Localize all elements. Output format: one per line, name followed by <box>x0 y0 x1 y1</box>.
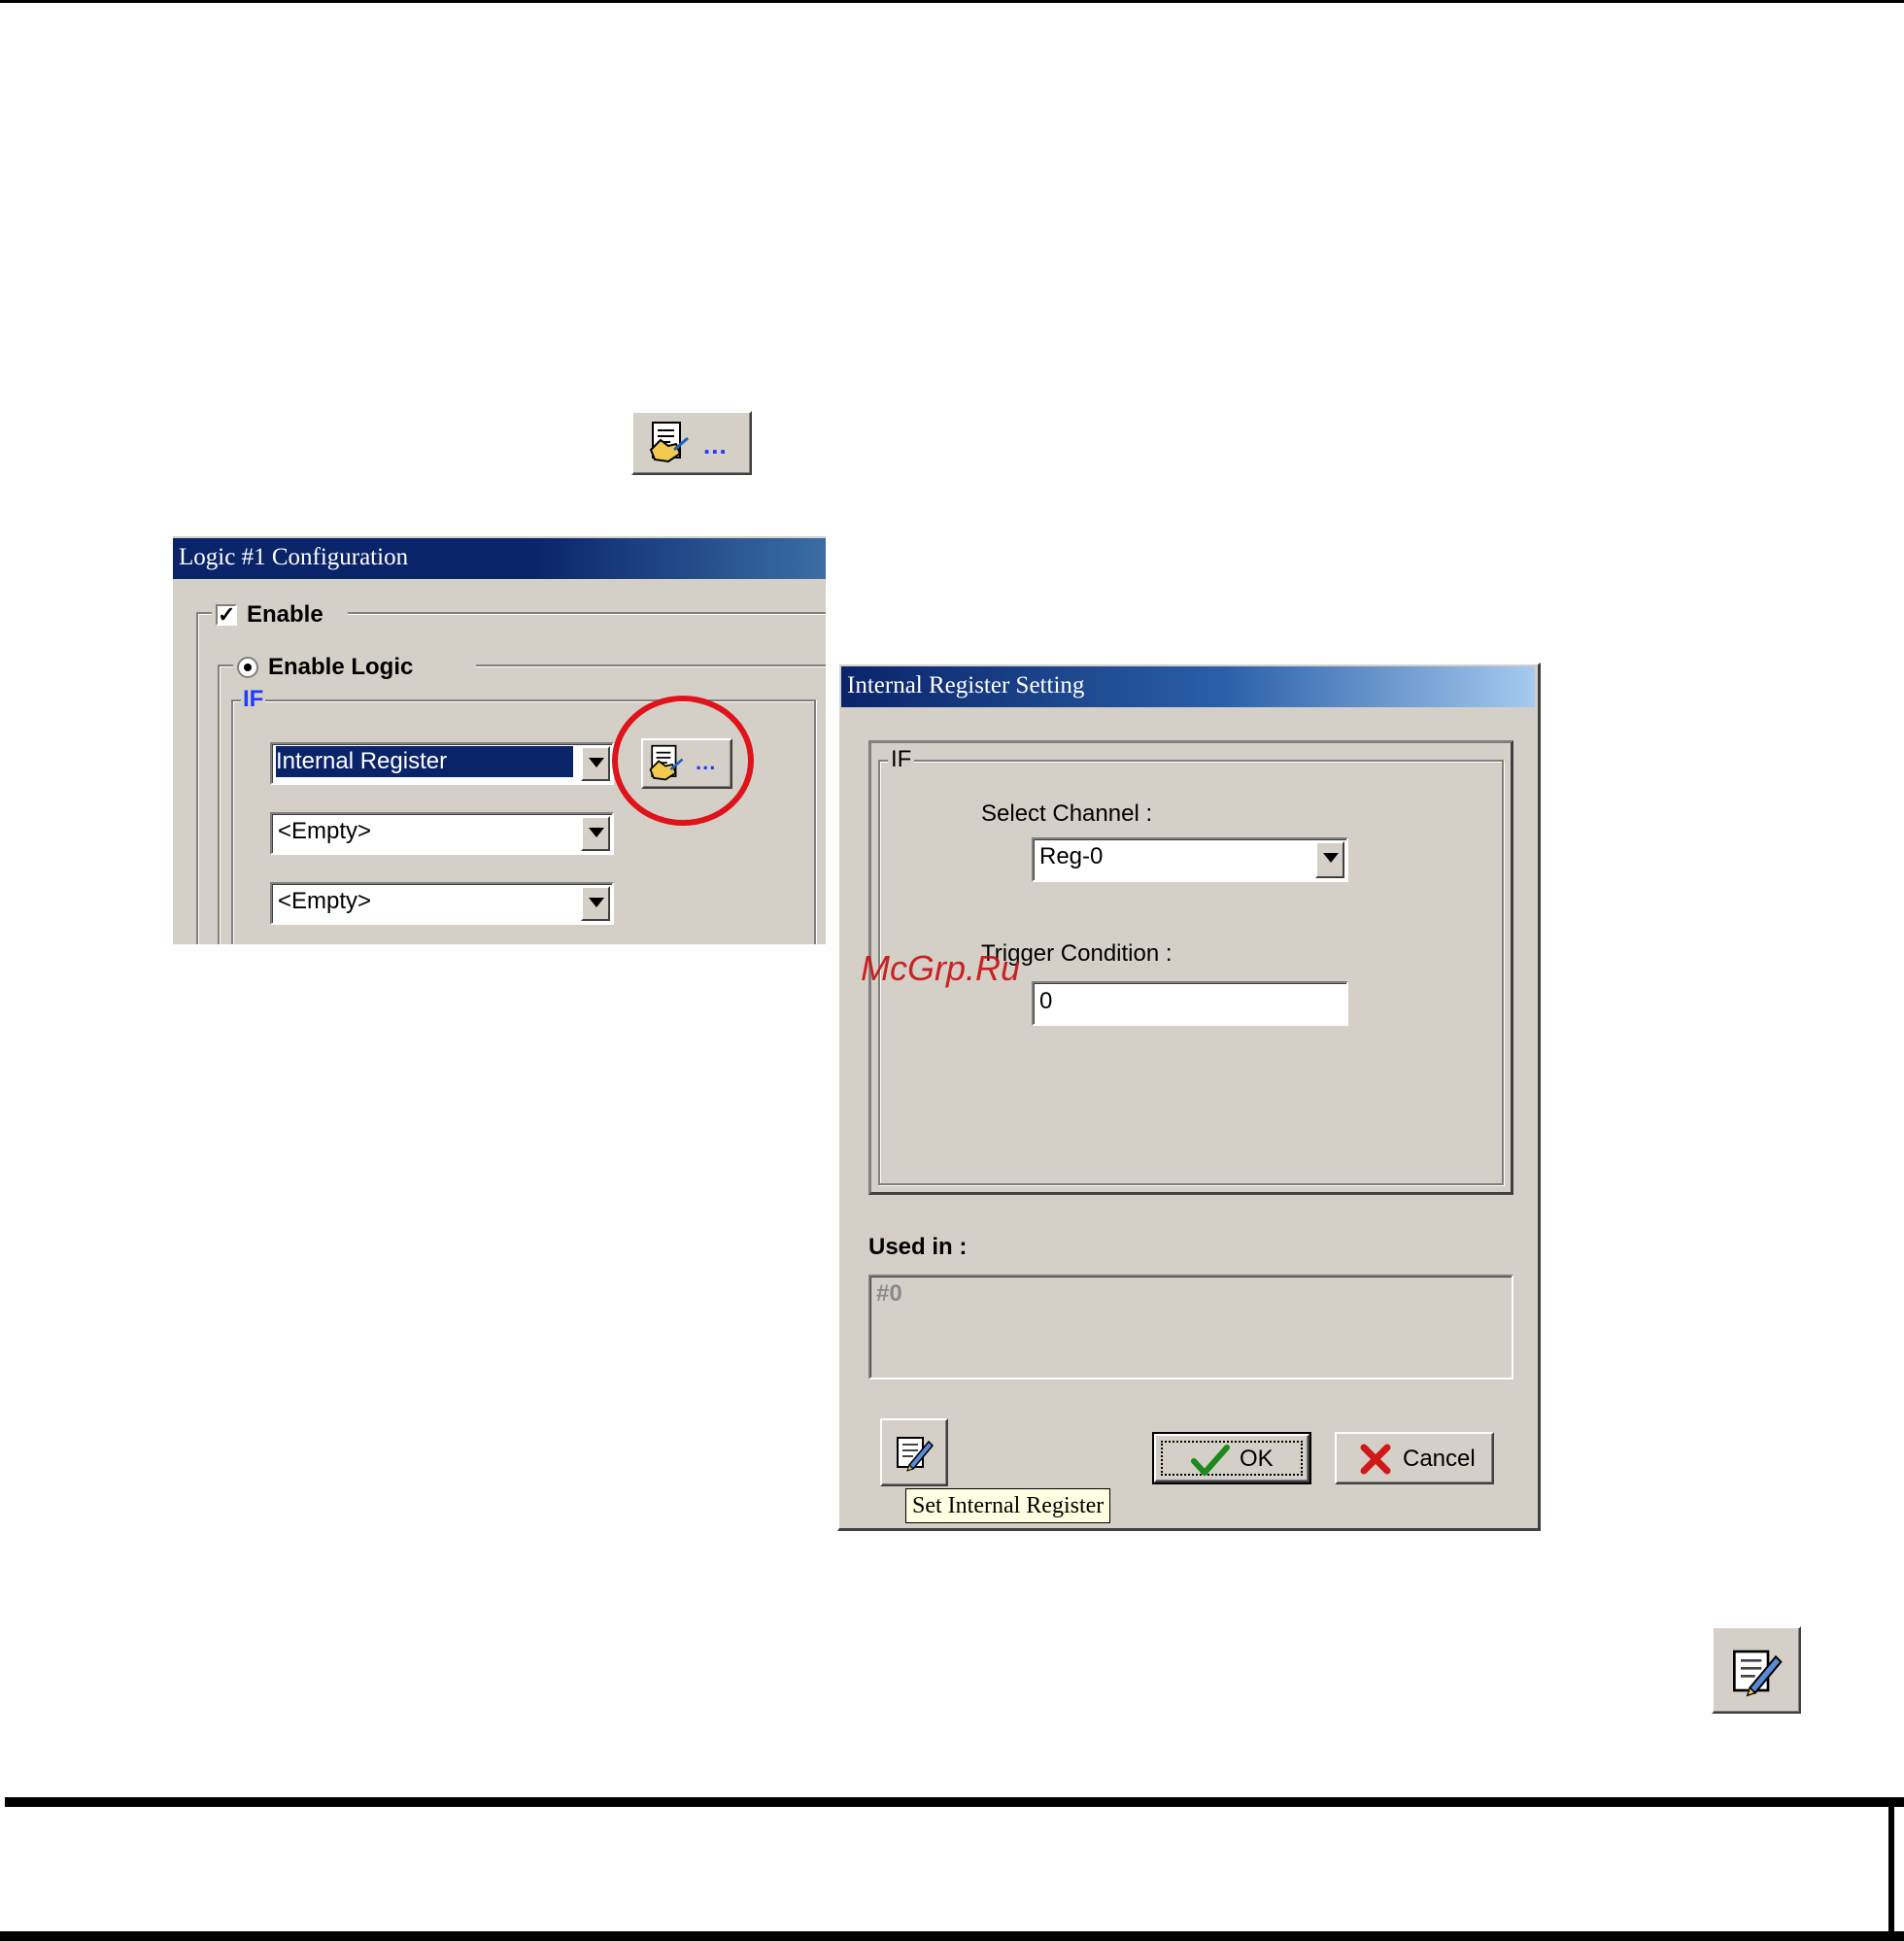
used-in-box: #0 <box>868 1275 1513 1379</box>
trigger-condition-value: 0 <box>1039 988 1053 1014</box>
ok-button-face: OK <box>1154 1434 1309 1482</box>
document-hand-icon <box>647 421 692 470</box>
notepad-pencil-icon <box>894 1432 935 1478</box>
enable-logic-label: Enable Logic <box>268 654 414 680</box>
check-icon <box>1191 1444 1230 1481</box>
register-settings-button-sample[interactable]: ... <box>631 411 752 475</box>
condition-select-3[interactable]: <Empty> <box>270 882 614 925</box>
if-label: IF <box>241 686 266 713</box>
close-icon <box>1360 1444 1391 1480</box>
condition-select-3-value: <Empty> <box>278 888 372 914</box>
dots-label: ... <box>703 430 728 460</box>
set-internal-register-button[interactable] <box>880 1418 948 1486</box>
footer-frame <box>5 1797 1894 1941</box>
ok-button[interactable]: OK <box>1152 1432 1311 1484</box>
window-title-bar: Logic #1 Configuration <box>173 538 826 579</box>
enable-label-bg: ✓ Enable <box>212 598 348 630</box>
enable-checkbox-box[interactable]: ✓ <box>216 604 237 626</box>
enable-logic-radio-row[interactable]: Enable Logic <box>233 651 476 682</box>
top-rule <box>0 0 1904 3</box>
chevron-down-icon[interactable] <box>1315 841 1344 878</box>
select-channel-label: Select Channel : <box>981 800 1153 827</box>
enable-text: Enable <box>247 601 323 628</box>
ok-label: OK <box>1240 1446 1274 1472</box>
condition-select-1[interactable]: Internal Register <box>270 742 614 785</box>
tooltip: Set Internal Register <box>905 1488 1111 1523</box>
if-label: IF <box>888 746 915 773</box>
used-in-label: Used in : <box>868 1234 968 1260</box>
condition-select-2[interactable]: <Empty> <box>270 812 614 855</box>
select-channel-value: Reg-0 <box>1039 843 1104 869</box>
cancel-label: Cancel <box>1403 1446 1476 1472</box>
tooltip-text: Set Internal Register <box>912 1493 1105 1518</box>
chevron-down-icon[interactable] <box>581 816 610 851</box>
dialog-title-bar: Internal Register Setting <box>841 666 1535 707</box>
condition-select-1-value: Internal Register <box>275 745 574 778</box>
window-title: Logic #1 Configuration <box>179 544 409 570</box>
set-internal-register-button-sample[interactable] <box>1712 1626 1801 1714</box>
trigger-condition-input[interactable]: 0 <box>1032 981 1348 1026</box>
notepad-pencil-icon <box>1729 1644 1784 1703</box>
condition-select-2-value: <Empty> <box>278 818 372 844</box>
dialog-title: Internal Register Setting <box>847 672 1085 698</box>
cancel-button[interactable]: Cancel <box>1335 1432 1494 1484</box>
watermark: McGrp.Ru <box>861 948 1021 988</box>
select-channel-combo[interactable]: Reg-0 <box>1032 837 1348 882</box>
register-dialog: Internal Register Setting IF Select Chan… <box>837 663 1541 1531</box>
enable-logic-radio[interactable] <box>237 657 258 678</box>
bottom-rule-lower <box>0 1931 1904 1941</box>
highlight-circle <box>612 696 754 826</box>
used-in-value: #0 <box>876 1280 902 1307</box>
chevron-down-icon[interactable] <box>581 746 610 781</box>
chevron-down-icon[interactable] <box>581 886 610 921</box>
